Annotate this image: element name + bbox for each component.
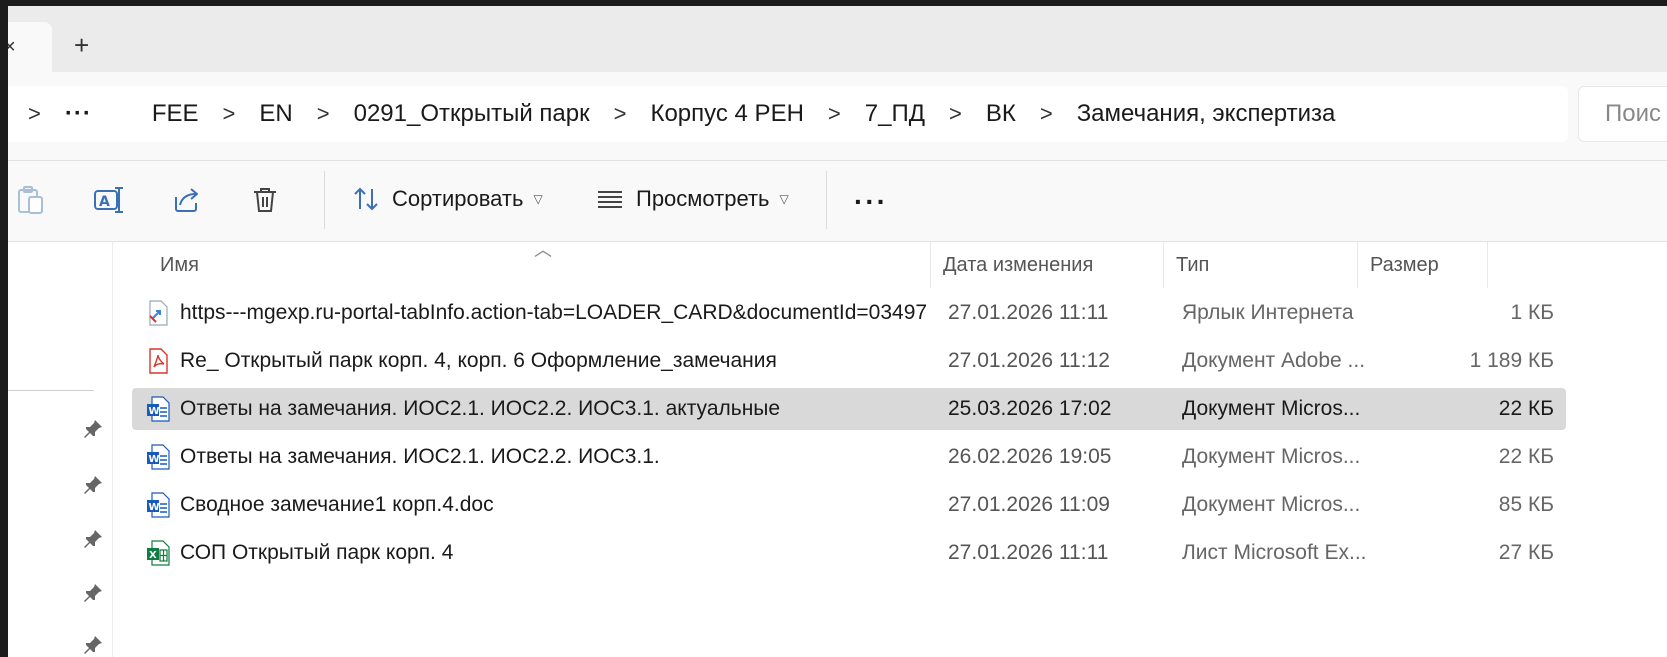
- svg-text:W: W: [149, 406, 160, 417]
- new-tab-button[interactable]: +: [74, 32, 89, 58]
- word-icon: W: [147, 492, 170, 518]
- file-size: 27 КБ: [1498, 541, 1554, 564]
- sort-button[interactable]: Сортировать ▽: [352, 179, 543, 219]
- file-row[interactable]: W Сводное замечание1 корп.4.doc 27.01.20…: [132, 484, 1566, 526]
- file-type: Документ Micros...: [1182, 493, 1361, 516]
- file-date: 25.03.2026 17:02: [948, 397, 1112, 420]
- file-date: 27.01.2026 11:11: [948, 301, 1109, 324]
- file-size: 22 КБ: [1498, 397, 1554, 420]
- chevron-right-icon[interactable]: >: [8, 101, 65, 127]
- search-input[interactable]: Поис: [1578, 86, 1667, 142]
- toolbar-divider: [826, 171, 827, 229]
- breadcrumb-overflow-button[interactable]: ···: [65, 100, 92, 128]
- svg-text:W: W: [149, 454, 160, 465]
- file-type: Лист Microsoft Ex...: [1182, 541, 1367, 564]
- file-size: 1 189 КБ: [1469, 349, 1554, 372]
- file-row-selected[interactable]: W Ответы на замечания. ИОС2.1. ИОС2.2. И…: [132, 388, 1566, 430]
- file-type: Документ Micros...: [1182, 445, 1361, 468]
- command-bar: A Сортировать ▽ Просмотреть ▽: [8, 161, 1667, 242]
- pin-icon[interactable]: [82, 634, 104, 656]
- file-date: 27.01.2026 11:09: [948, 493, 1110, 516]
- file-date: 26.02.2026 19:05: [948, 445, 1112, 468]
- paste-icon[interactable]: [14, 183, 48, 217]
- navigation-pane: [8, 242, 113, 657]
- chevron-right-icon[interactable]: >: [1016, 101, 1077, 127]
- file-size: 1 КБ: [1510, 301, 1554, 324]
- file-date: 27.01.2026 11:12: [948, 349, 1110, 372]
- file-list: ︿ Имя Дата изменения Тип Размер https---…: [114, 240, 1667, 657]
- file-explorer-window: × + ) > ··· FEE > EN > 0291_Открытый пар…: [8, 6, 1667, 657]
- excel-icon: X: [147, 540, 170, 566]
- chevron-right-icon[interactable]: >: [804, 101, 865, 127]
- view-icon: [598, 191, 622, 208]
- pin-icon[interactable]: [82, 474, 104, 496]
- file-name: https---mgexp.ru-portal-tabInfo.action-t…: [180, 301, 926, 324]
- pin-icon[interactable]: [82, 528, 104, 550]
- file-name: Re_ Открытый парк корп. 4, корп. 6 Оформ…: [180, 349, 777, 372]
- breadcrumb-item-building[interactable]: Корпус 4 РЕН: [650, 100, 803, 128]
- file-name: Сводное замечание1 корп.4.doc: [180, 493, 494, 516]
- file-date: 27.01.2026 11:11: [948, 541, 1109, 564]
- word-icon: W: [147, 396, 170, 422]
- chevron-right-icon[interactable]: >: [925, 101, 986, 127]
- breadcrumb: ) > ··· FEE > EN > 0291_Открытый парк > …: [8, 86, 1335, 142]
- breadcrumb-item-pd[interactable]: 7_ПД: [865, 100, 925, 128]
- column-header-date[interactable]: Дата изменения: [930, 242, 1164, 288]
- sort-label: Сортировать: [392, 186, 524, 211]
- chevron-right-icon[interactable]: >: [199, 101, 260, 127]
- column-header-name[interactable]: Имя: [148, 242, 930, 288]
- breadcrumb-item-vk[interactable]: ВК: [986, 100, 1016, 128]
- breadcrumb-item-en[interactable]: EN: [259, 100, 292, 128]
- breadcrumb-item-project[interactable]: 0291_Открытый парк: [354, 100, 590, 128]
- file-type: Документ Micros...: [1182, 397, 1361, 420]
- file-name: СОП Открытый парк корп. 4: [180, 541, 454, 564]
- file-row[interactable]: Re_ Открытый парк корп. 4, корп. 6 Оформ…: [132, 340, 1566, 382]
- svg-text:W: W: [149, 502, 160, 513]
- column-header-size[interactable]: Размер: [1358, 242, 1488, 288]
- sort-icon: [354, 187, 378, 211]
- file-row[interactable]: W Ответы на замечания. ИОС2.1. ИОС2.2. И…: [132, 436, 1566, 478]
- pin-icon[interactable]: [82, 582, 104, 604]
- address-bar-row: ) > ··· FEE > EN > 0291_Открытый парк > …: [8, 72, 1667, 161]
- file-type: Ярлык Интернета: [1182, 301, 1354, 324]
- close-tab-icon[interactable]: ×: [8, 36, 16, 59]
- svg-text:X: X: [149, 550, 157, 561]
- more-options-button[interactable]: ···: [854, 186, 888, 218]
- nav-divider: [8, 390, 94, 391]
- breadcrumb-item-fee[interactable]: FEE: [152, 100, 199, 128]
- file-row[interactable]: https---mgexp.ru-portal-tabInfo.action-t…: [132, 292, 1566, 334]
- chevron-down-icon: ▽: [533, 192, 543, 206]
- pin-icon[interactable]: [82, 418, 104, 440]
- word-icon: W: [147, 444, 170, 470]
- rename-icon[interactable]: A: [92, 183, 126, 217]
- svg-text:A: A: [99, 194, 110, 210]
- file-row[interactable]: X СОП Открытый парк корп. 4 27.01.2026 1…: [132, 532, 1566, 574]
- view-label: Просмотреть: [636, 186, 770, 211]
- chevron-right-icon[interactable]: >: [590, 101, 651, 127]
- toolbar-divider: [324, 171, 325, 229]
- file-size: 22 КБ: [1498, 445, 1554, 468]
- file-name: Ответы на замечания. ИОС2.1. ИОС2.2. ИОС…: [180, 397, 781, 420]
- delete-icon[interactable]: [248, 183, 282, 217]
- url-shortcut-icon: [149, 300, 168, 326]
- file-type: Документ Adobe ...: [1182, 349, 1366, 372]
- chevron-right-icon[interactable]: >: [293, 101, 354, 127]
- file-size: 85 КБ: [1498, 493, 1554, 516]
- share-icon[interactable]: [170, 183, 204, 217]
- view-button[interactable]: Просмотреть ▽: [596, 179, 789, 219]
- breadcrumb-item-current[interactable]: Замечания, экспертиза: [1077, 100, 1336, 128]
- tab-strip: × +: [8, 6, 1667, 74]
- chevron-down-icon: ▽: [779, 192, 789, 206]
- file-name: Ответы на замечания. ИОС2.1. ИОС2.2. ИОС…: [180, 445, 660, 468]
- column-header-type[interactable]: Тип: [1164, 242, 1358, 288]
- pdf-icon: [149, 348, 168, 374]
